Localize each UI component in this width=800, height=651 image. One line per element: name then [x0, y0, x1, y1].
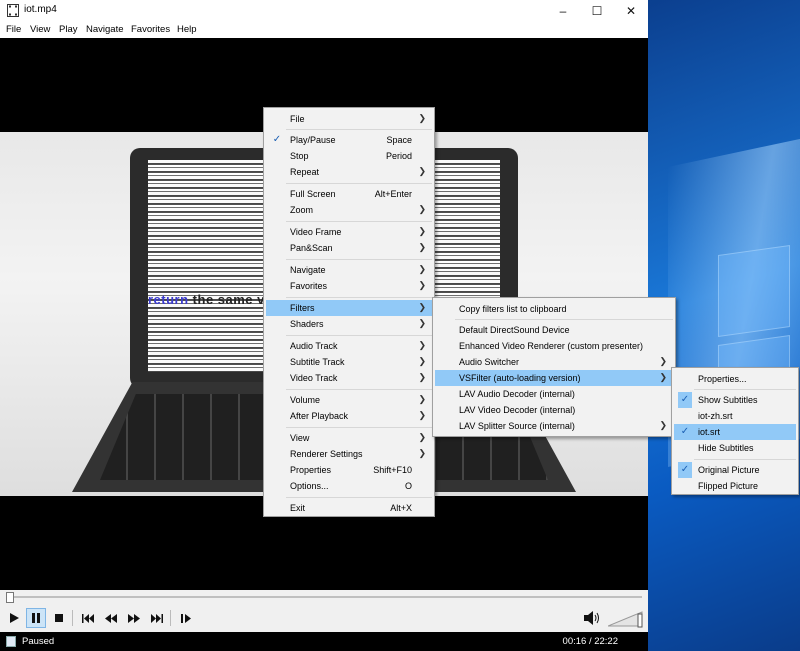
menu-item-show-subtitles[interactable]: ✓ Show Subtitles — [674, 392, 796, 408]
play-icon — [10, 613, 19, 623]
chevron-right-icon: ❯ — [418, 302, 426, 312]
menu-item-pan-scan[interactable]: Pan&Scan ❯ — [266, 240, 432, 256]
menu-item-flipped-picture[interactable]: Flipped Picture — [674, 478, 796, 494]
menu-item-favorites[interactable]: Favorites ❯ — [266, 278, 432, 294]
checkmark-icon: ✓ — [678, 462, 692, 478]
menu-item-stop[interactable]: Stop Period — [266, 148, 432, 164]
rewind-icon — [105, 613, 117, 623]
menu-item-zoom[interactable]: Zoom ❯ — [266, 202, 432, 218]
checkmark-icon: ✓ — [272, 134, 282, 145]
status-bar: Paused 00:16 / 22:22 — [0, 632, 648, 651]
filters-submenu: Copy filters list to clipboard Default D… — [432, 297, 676, 437]
volume-slider[interactable] — [608, 610, 644, 628]
skip-back-icon — [82, 613, 94, 623]
menu-item-evr[interactable]: Enhanced Video Renderer (custom presente… — [435, 338, 673, 354]
playback-controls — [0, 604, 648, 632]
maximize-button[interactable]: ☐ — [580, 0, 614, 22]
stop-button[interactable] — [49, 608, 69, 628]
previous-button[interactable] — [78, 608, 98, 628]
menu-item-filters[interactable]: Filters ❯ — [266, 300, 432, 316]
menu-item-video-frame[interactable]: Video Frame ❯ — [266, 224, 432, 240]
playback-status: Paused — [22, 636, 55, 647]
title-bar: iot.mp4 – ☐ ✕ — [0, 0, 648, 22]
minimize-button[interactable]: – — [546, 0, 580, 22]
window-title: iot.mp4 — [24, 4, 57, 15]
menu-item-subtitle-track[interactable]: Subtitle Track ❯ — [266, 354, 432, 370]
menu-item-volume[interactable]: Volume ❯ — [266, 392, 432, 408]
menu-item-copy-filters[interactable]: Copy filters list to clipboard — [435, 301, 673, 317]
menu-item-hide-subtitles[interactable]: Hide Subtitles — [674, 440, 796, 456]
toolbar-separator — [72, 610, 73, 626]
menu-item-view[interactable]: View ❯ — [266, 430, 432, 446]
menu-item-audio-switcher[interactable]: Audio Switcher ❯ — [435, 354, 673, 370]
time-display: 00:16 / 22:22 — [562, 636, 618, 647]
menu-item-video-track[interactable]: Video Track ❯ — [266, 370, 432, 386]
menu-item-repeat[interactable]: Repeat ❯ — [266, 164, 432, 180]
menu-item-iot-zh-srt[interactable]: iot-zh.srt — [674, 408, 796, 424]
menu-file[interactable]: File — [6, 24, 21, 35]
fast-forward-icon — [128, 613, 140, 623]
menu-item-lav-video[interactable]: LAV Video Decoder (internal) — [435, 402, 673, 418]
speaker-icon — [584, 611, 599, 625]
next-button[interactable] — [147, 608, 167, 628]
menu-bar: File View Play Navigate Favorites Help — [0, 22, 648, 38]
menu-item-navigate[interactable]: Navigate ❯ — [266, 262, 432, 278]
checkmark-icon: ✓ — [680, 426, 690, 437]
close-button[interactable]: ✕ — [614, 0, 648, 22]
pause-button[interactable] — [26, 608, 46, 628]
checkmark-icon: ✓ — [678, 392, 692, 408]
menu-item-shaders[interactable]: Shaders ❯ — [266, 316, 432, 332]
pause-icon — [32, 613, 40, 623]
menu-item-vsfilter[interactable]: VSFilter (auto-loading version) ❯ — [435, 370, 673, 386]
frame-step-icon — [181, 613, 191, 623]
menu-item-play-pause[interactable]: ✓ Play/Pause Space — [266, 132, 432, 148]
menu-item-lav-audio[interactable]: LAV Audio Decoder (internal) — [435, 386, 673, 402]
fast-forward-button[interactable] — [124, 608, 144, 628]
menu-item-vsfilter-properties[interactable]: Properties... — [674, 371, 796, 387]
seek-bar[interactable] — [0, 590, 648, 604]
menu-help[interactable]: Help — [177, 24, 197, 35]
chevron-right-icon: ❯ — [659, 372, 667, 382]
seek-thumb[interactable] — [6, 592, 14, 603]
toolbar-separator — [170, 610, 171, 626]
menu-item-properties[interactable]: Properties Shift+F10 — [266, 462, 432, 478]
menu-play[interactable]: Play — [59, 24, 77, 35]
menu-item-after-playback[interactable]: After Playback ❯ — [266, 408, 432, 424]
stop-icon — [55, 614, 63, 622]
menu-navigate[interactable]: Navigate — [86, 24, 124, 35]
document-icon — [6, 636, 16, 647]
vsfilter-submenu: Properties... ✓ Show Subtitles iot-zh.srt… — [671, 367, 799, 495]
context-menu: File ❯ ✓ Play/Pause Space Stop Period Repeat… — [263, 107, 435, 517]
menu-item-file[interactable]: File ❯ — [266, 111, 432, 127]
menu-item-lav-splitter[interactable]: LAV Splitter Source (internal) ❯ — [435, 418, 673, 434]
seek-track — [6, 596, 642, 598]
menu-item-full-screen[interactable]: Full Screen Alt+Enter — [266, 186, 432, 202]
menu-item-options[interactable]: Options... O — [266, 478, 432, 494]
menu-item-original-picture[interactable]: ✓ Original Picture — [674, 462, 796, 478]
menu-item-renderer-settings[interactable]: Renderer Settings ❯ — [266, 446, 432, 462]
frame-step-button[interactable] — [176, 608, 196, 628]
menu-item-iot-srt[interactable]: ✓ iot.srt — [674, 424, 796, 440]
menu-view[interactable]: View — [30, 24, 50, 35]
menu-item-exit[interactable]: Exit Alt+X — [266, 500, 432, 516]
menu-item-directsound[interactable]: Default DirectSound Device — [435, 322, 673, 338]
menu-item-audio-track[interactable]: Audio Track ❯ — [266, 338, 432, 354]
skip-forward-icon — [151, 613, 163, 623]
windows-logo-pane — [718, 244, 790, 338]
menu-favorites[interactable]: Favorites — [131, 24, 170, 35]
play-button[interactable] — [4, 608, 24, 628]
film-icon — [7, 4, 19, 17]
rewind-button[interactable] — [101, 608, 121, 628]
mute-button[interactable] — [582, 608, 602, 628]
